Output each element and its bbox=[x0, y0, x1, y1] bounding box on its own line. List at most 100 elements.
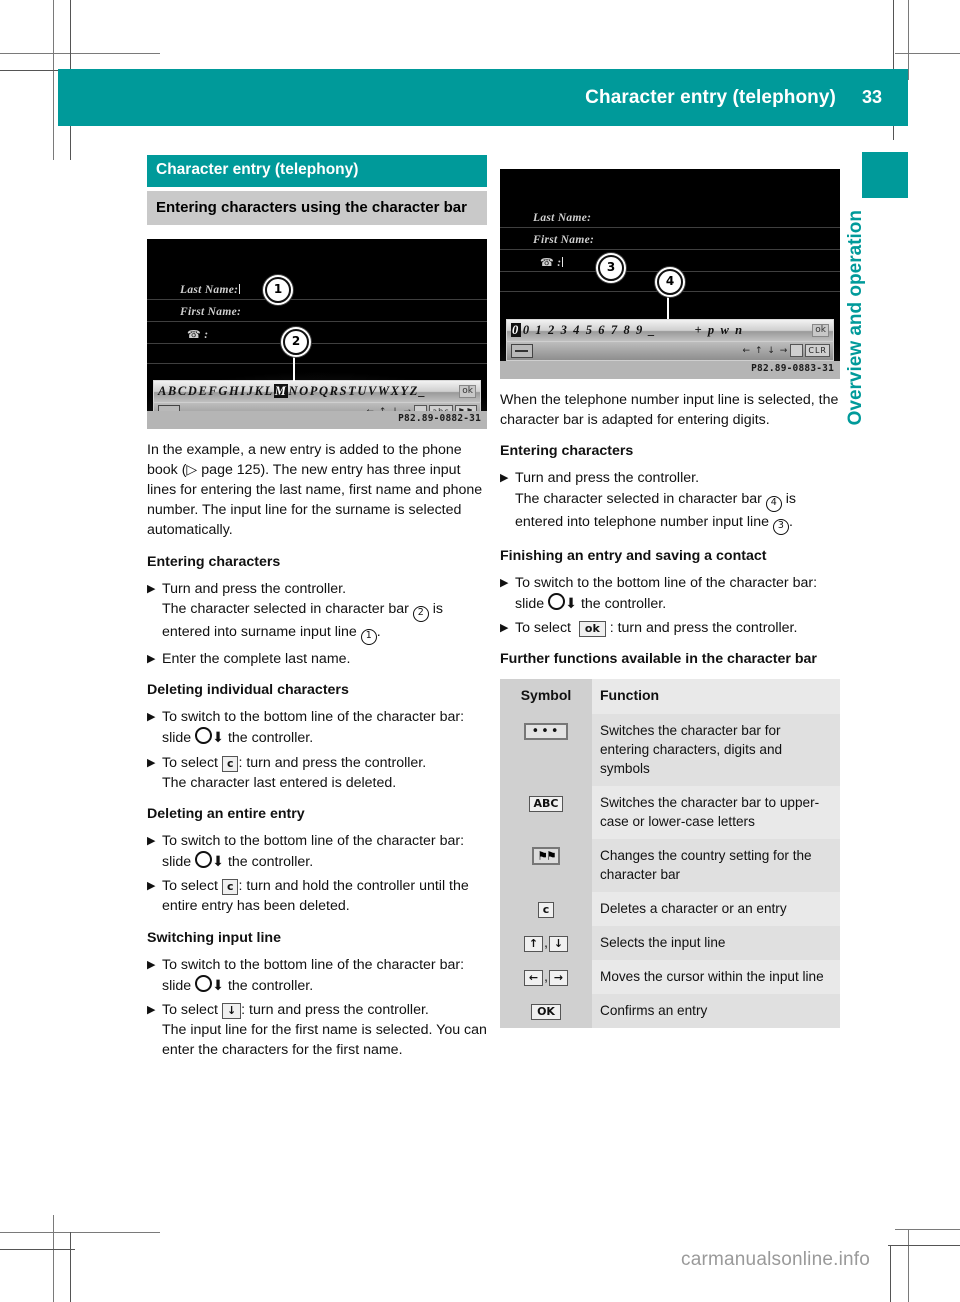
ellipsis-key-icon[interactable]: ••• bbox=[524, 723, 568, 741]
step-text: the controller. bbox=[224, 854, 314, 871]
function-cell: Deletes a character or an entry bbox=[592, 892, 840, 927]
space-key-right[interactable] bbox=[790, 344, 804, 357]
function-table: Symbol Function ••• Switches the charact… bbox=[500, 679, 840, 1029]
step-item: ▶ Turn and press the controller. The cha… bbox=[500, 468, 840, 535]
crop-mark-top-right-h bbox=[895, 53, 960, 54]
step-text: The character selected in character bar bbox=[162, 600, 413, 617]
crop-mark-bottom-left-h bbox=[0, 1232, 160, 1233]
callout-1: 1 bbox=[265, 276, 291, 303]
field-last-name-left: Last Name: bbox=[180, 283, 241, 296]
step-marker-icon: ▶ bbox=[147, 756, 156, 769]
table-row: c Deletes a character or an entry bbox=[500, 892, 840, 927]
clear-key-icon[interactable]: c bbox=[221, 879, 239, 896]
step-text: To select bbox=[162, 878, 222, 895]
country-flag-key-icon[interactable]: ⚑⚑ bbox=[532, 847, 560, 866]
down-arrow-icon: ⬇ bbox=[212, 977, 225, 994]
up-arrow-key-icon[interactable]: ↑ bbox=[523, 936, 544, 953]
head-unit-screen-digits: Last Name: First Name: ☎ : 00 1 2 3 4 5 … bbox=[500, 169, 840, 379]
step-marker-icon: ▶ bbox=[500, 622, 509, 635]
steps-finishing-entry: ▶ To switch to the bottom line of the ch… bbox=[500, 573, 840, 638]
character-bar-digits-row[interactable]: 00 1 2 3 4 5 6 7 8 9 _ + p w n ok bbox=[506, 319, 834, 343]
abc-key-icon[interactable]: ABC bbox=[528, 796, 564, 813]
step-text: . bbox=[376, 623, 381, 640]
down-arrow-key-icon[interactable]: ↓ bbox=[221, 1003, 242, 1020]
figure-caption-right: P82.89-0883-31 bbox=[500, 361, 840, 379]
step-text: : turn and press the controller. bbox=[241, 1002, 429, 1019]
step-text: . bbox=[788, 513, 793, 530]
table-row: ←, → Moves the cursor within the input li… bbox=[500, 960, 840, 995]
right-arrow-key-icon[interactable]: → bbox=[548, 970, 569, 987]
table-row: ↑, ↓ Selects the input line bbox=[500, 926, 840, 961]
character-bar-bottom-row-right[interactable]: ← ↑ ↓ → CLR bbox=[506, 341, 834, 361]
down-arrow-icon: ⬇ bbox=[212, 854, 225, 871]
step-text: The character last entered is deleted. bbox=[162, 774, 397, 791]
clear-key-icon[interactable]: c bbox=[221, 755, 239, 772]
clear-key-right[interactable]: CLR bbox=[805, 344, 830, 357]
heading-deleting-individual-characters: Deleting individual characters bbox=[147, 682, 349, 699]
selected-character: M bbox=[273, 383, 289, 398]
back-arrow-key-right[interactable] bbox=[511, 344, 533, 358]
page-header-band: Character entry (telephony) bbox=[58, 69, 852, 126]
function-cell: Moves the cursor within the input line bbox=[592, 960, 840, 995]
left-arrow-key-icon[interactable]: ← bbox=[523, 970, 544, 987]
crop-mark-bottom-right-v bbox=[908, 1229, 909, 1302]
character-bar-letters-row[interactable]: ABCDEFGHIJKLMNOPQRSTUVWXYZ_ ok bbox=[153, 379, 481, 404]
step-text: : turn and press the controller. bbox=[238, 754, 427, 771]
crop-mark-bottom-left-h2 bbox=[0, 1249, 75, 1250]
table-row: ABC Switches the character bar to upper-… bbox=[500, 786, 840, 840]
steps-entering-characters-left: ▶ Turn and press the controller. The cha… bbox=[147, 579, 487, 669]
clear-key-icon[interactable]: c bbox=[537, 902, 555, 919]
ref-circle-2: 2 bbox=[412, 605, 429, 622]
character-bar-ok-key[interactable]: ok bbox=[459, 384, 476, 398]
selected-digit: 0 bbox=[511, 323, 521, 337]
phone-handset-icon: ☎ bbox=[187, 327, 202, 341]
page-number-box: 33 bbox=[836, 69, 908, 126]
step-text: The input line for the first name is sel… bbox=[162, 1022, 487, 1059]
table-row: ••• Switches the character bar for enter… bbox=[500, 714, 840, 787]
section-title-bar: Entering characters using the character … bbox=[147, 190, 487, 225]
symbol-cell: c bbox=[500, 892, 592, 927]
character-bar-letters: ABCDEFGHIJKLMNOPQRSTUVWXYZ_ bbox=[158, 383, 427, 398]
steps-switching-input-line: ▶ To switch to the bottom line of the ch… bbox=[147, 955, 487, 1061]
watermark: carmanualsonline.info bbox=[681, 1249, 871, 1270]
chapter-title-bar: Character entry (telephony) bbox=[147, 155, 487, 187]
ref-circle-1: 1 bbox=[360, 628, 377, 645]
step-text: To select bbox=[162, 754, 222, 771]
field-first-name-right: First Name: bbox=[533, 234, 595, 246]
phone-handset-icon: ☎ bbox=[540, 256, 555, 269]
ok-key-icon[interactable]: ok bbox=[578, 621, 606, 638]
ok-key-icon[interactable]: OK bbox=[531, 1004, 561, 1021]
column-header-function: Function bbox=[592, 679, 840, 715]
field-phone-left: ☎ : bbox=[187, 327, 209, 341]
step-item: ▶ To select c: turn and press the contro… bbox=[147, 753, 487, 793]
step-text: the controller. bbox=[224, 977, 314, 994]
figure-character-bar-letters: Last Name: First Name: ☎ : ABCDEFGHIJKLM… bbox=[147, 238, 487, 429]
crop-mark-bottom-left-v bbox=[53, 1215, 54, 1302]
step-marker-icon: ▶ bbox=[500, 472, 509, 485]
step-text: the controller. bbox=[224, 730, 314, 747]
symbol-cell: ↑, ↓ bbox=[500, 926, 592, 961]
heading-deleting-entire-entry: Deleting an entire entry bbox=[147, 805, 305, 822]
step-item: ▶ To select ↓: turn and press the contro… bbox=[147, 1000, 487, 1060]
column-header-symbol: Symbol bbox=[500, 679, 592, 715]
figure-character-bar-digits: Last Name: First Name: ☎ : 00 1 2 3 4 5 … bbox=[500, 169, 840, 379]
down-arrow-key-icon[interactable]: ↓ bbox=[548, 936, 569, 953]
bottom-row-symbols-right: ← ↑ ↓ → CLR bbox=[743, 344, 830, 357]
right-column: Last Name: First Name: ☎ : 00 1 2 3 4 5 … bbox=[500, 155, 840, 1029]
step-text: The character selected in character bar bbox=[515, 490, 766, 507]
step-text: Turn and press the controller. bbox=[162, 580, 347, 597]
left-intro-paragraph: In the example, a new entry is added to … bbox=[147, 441, 483, 539]
step-marker-icon: ▶ bbox=[147, 880, 156, 893]
step-item: ▶ To switch to the bottom line of the ch… bbox=[147, 955, 487, 996]
step-text: the controller. bbox=[577, 595, 667, 612]
chapter-side-label: Overview and operation bbox=[845, 210, 866, 426]
step-item: ▶ Turn and press the controller. The cha… bbox=[147, 579, 487, 645]
field-last-name-right: Last Name: bbox=[533, 212, 592, 224]
crop-mark-bottom-right-v2 bbox=[890, 1245, 891, 1302]
steps-deleting-individual-characters: ▶ To switch to the bottom line of the ch… bbox=[147, 707, 487, 793]
steps-deleting-entire-entry: ▶ To switch to the bottom line of the ch… bbox=[147, 831, 487, 917]
heading-entering-characters-left: Entering characters bbox=[147, 553, 281, 570]
function-cell: Switches the character bar for entering … bbox=[592, 714, 840, 787]
character-bar-ok-key[interactable]: ok bbox=[812, 324, 829, 337]
symbol-cell: ••• bbox=[500, 714, 592, 787]
